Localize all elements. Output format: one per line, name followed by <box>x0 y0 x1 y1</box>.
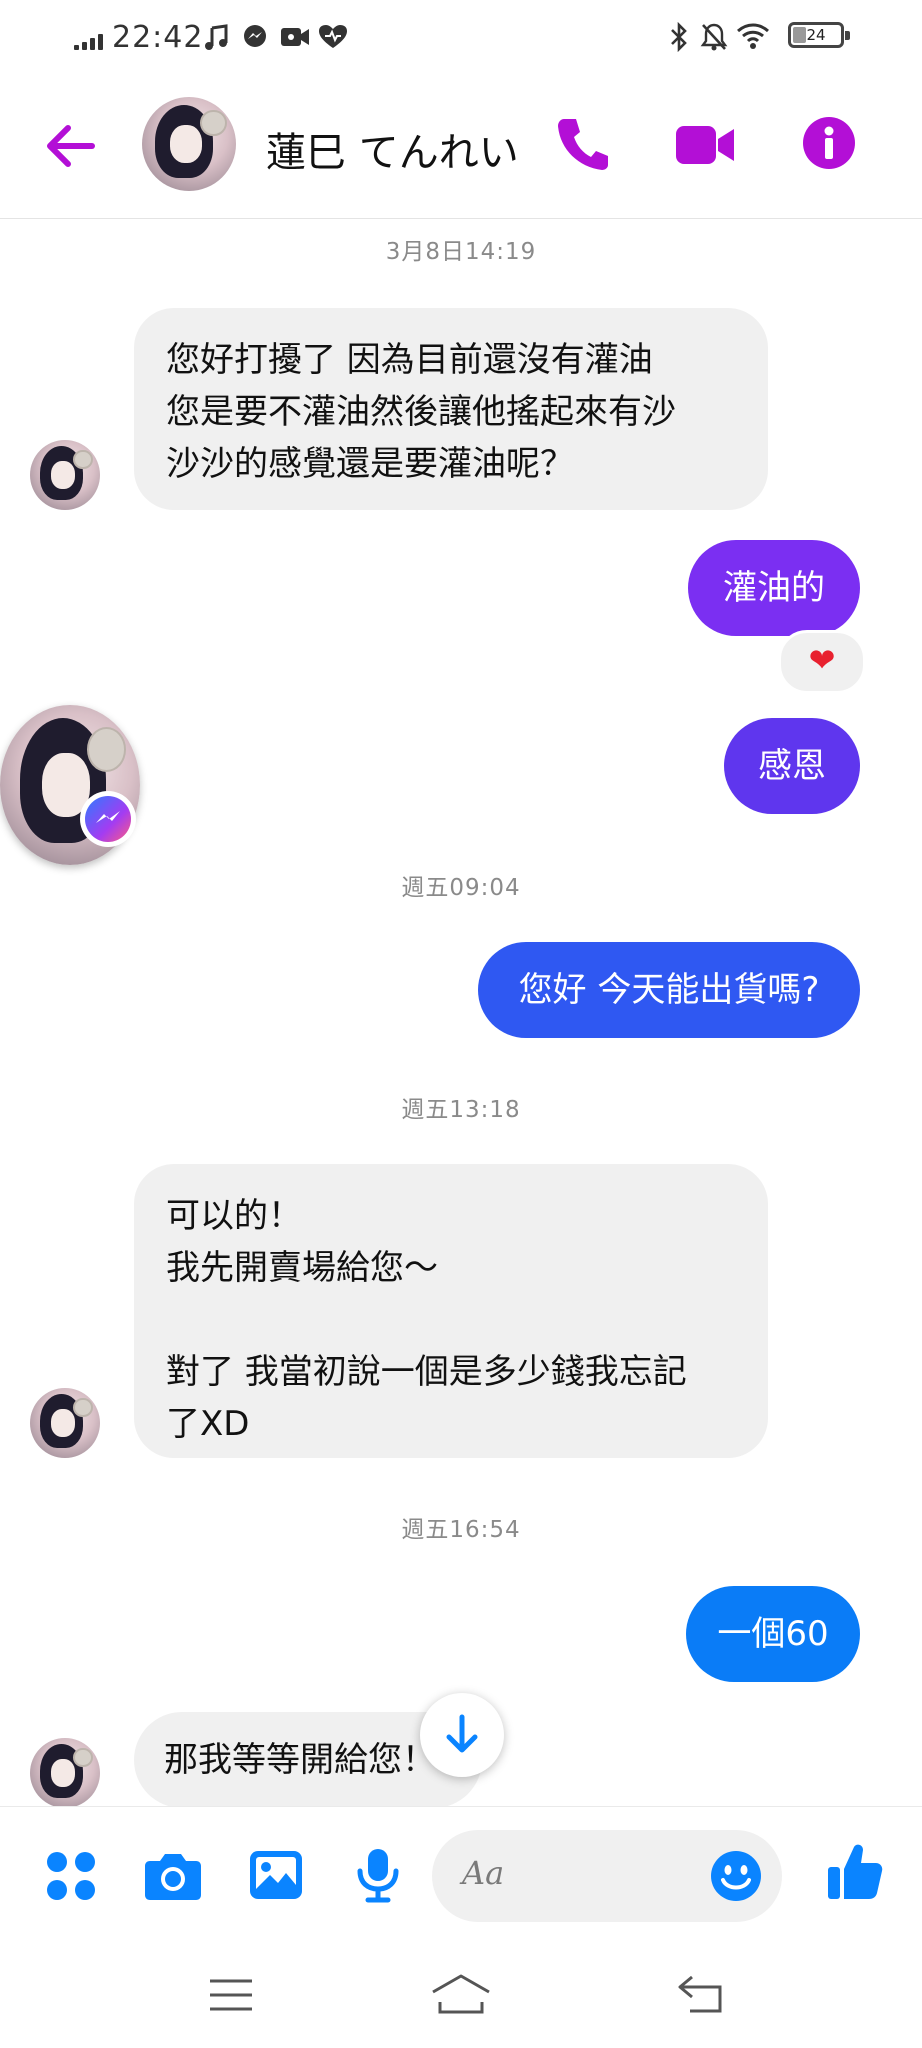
outgoing-message[interactable]: 一個60 <box>686 1586 860 1682</box>
reaction-badge[interactable]: ❤ <box>778 630 866 694</box>
message-input[interactable]: Aa <box>432 1830 782 1922</box>
battery-level: 24 <box>806 26 826 44</box>
video-call-icon[interactable] <box>674 124 736 166</box>
sender-avatar[interactable] <box>30 440 100 510</box>
gallery-icon[interactable] <box>248 1849 304 1901</box>
music-note-icon <box>205 24 228 50</box>
video-notification-icon <box>281 28 309 46</box>
timestamp: 週五16:54 <box>401 1517 521 1543</box>
timestamp: 3月8日14:19 <box>385 239 537 265</box>
timestamp: 週五13:18 <box>401 1097 521 1123</box>
system-navigation-bar <box>0 1938 922 2048</box>
microphone-icon[interactable] <box>356 1847 400 1903</box>
mute-icon <box>700 23 728 51</box>
sender-avatar[interactable] <box>30 1738 100 1808</box>
contact-name[interactable]: 蓮巳 てんれい <box>266 120 519 178</box>
incoming-message[interactable]: 您好打擾了 因為目前還沒有灌油 您是要不灌油然後讓他搖起來有沙 沙沙的感覺還是要… <box>134 308 768 510</box>
status-time: 22:42 <box>112 20 204 55</box>
home-icon[interactable] <box>430 1972 492 2014</box>
phone-call-icon[interactable] <box>556 116 610 172</box>
wifi-icon <box>737 23 769 49</box>
message-input-placeholder: Aa <box>462 1854 505 1892</box>
scroll-to-bottom-button[interactable] <box>420 1693 504 1777</box>
battery-icon: 24 <box>788 22 850 48</box>
back-arrow-icon[interactable] <box>44 124 96 168</box>
info-icon[interactable] <box>802 116 856 170</box>
messenger-badge-icon <box>80 791 136 847</box>
outgoing-message[interactable]: 灌油的 <box>688 540 860 636</box>
arrow-down-icon <box>446 1714 478 1753</box>
conversation-header: 蓮巳 てんれい <box>0 76 922 219</box>
outgoing-message[interactable]: 您好 今天能出貨嗎? <box>478 942 860 1038</box>
messenger-notification-icon <box>244 25 266 47</box>
signal-icon <box>74 34 104 50</box>
heart-reaction-icon: ❤ <box>808 641 836 679</box>
back-icon[interactable] <box>676 1974 724 2014</box>
camera-icon[interactable] <box>144 1851 202 1901</box>
outgoing-message[interactable]: 感恩 <box>724 718 860 814</box>
like-thumb-icon[interactable] <box>826 1841 884 1901</box>
bluetooth-icon <box>671 22 687 52</box>
apps-grid-icon[interactable] <box>46 1851 96 1901</box>
menu-icon[interactable] <box>208 1978 254 2012</box>
chat-head-bubble[interactable] <box>0 705 142 877</box>
heart-app-icon <box>319 25 347 48</box>
emoji-icon[interactable] <box>710 1850 762 1902</box>
status-bar: 22:42 24 <box>0 0 922 76</box>
message-composer: Aa <box>0 1806 922 1939</box>
incoming-message[interactable]: 可以的！ 我先開賣場給您～ 對了 我當初說一個是多少錢我忘記 了XD <box>134 1164 768 1458</box>
contact-avatar[interactable] <box>142 97 236 191</box>
sender-avatar[interactable] <box>30 1388 100 1458</box>
